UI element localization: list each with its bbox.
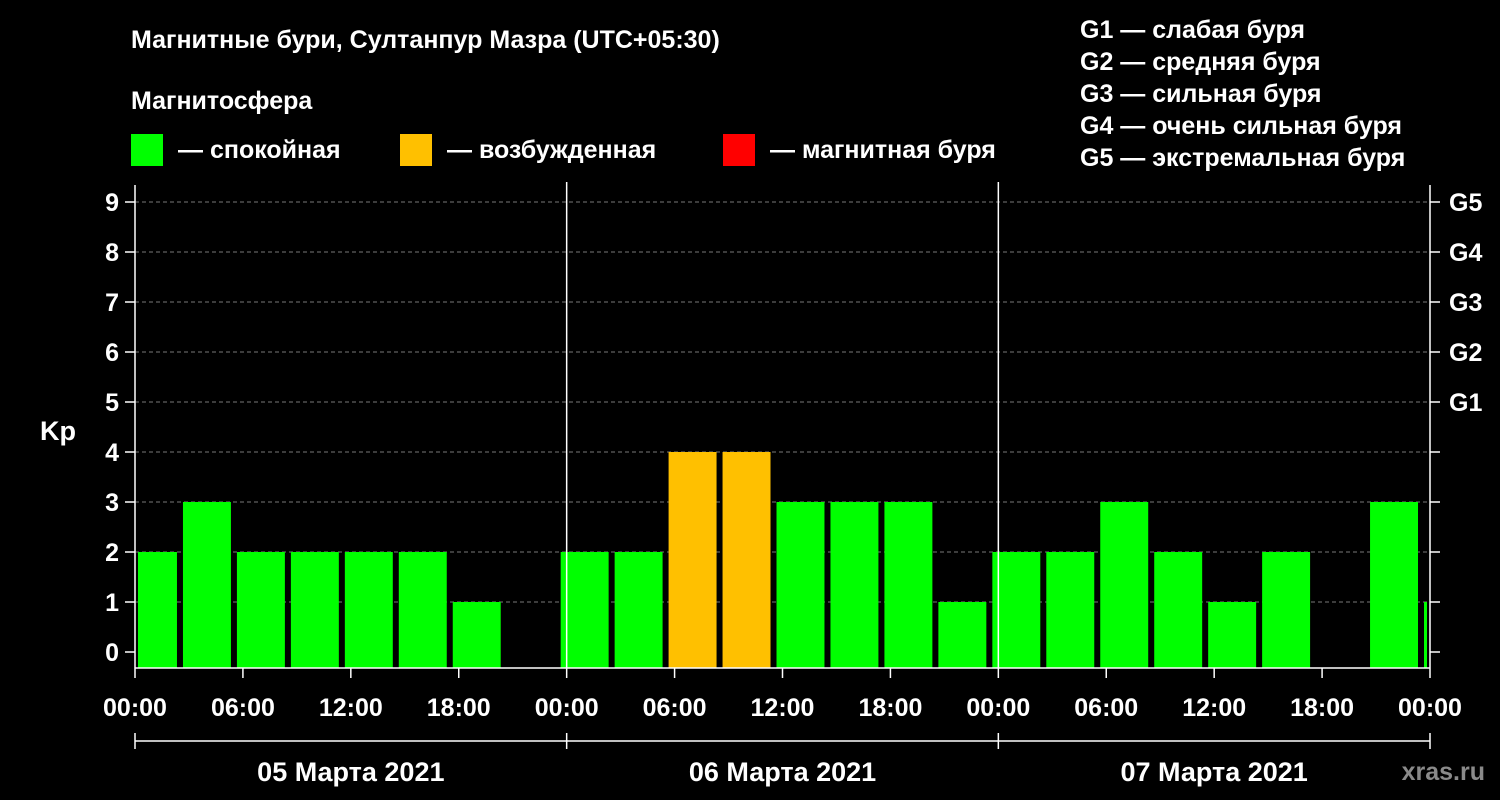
bar-24 bbox=[1424, 602, 1427, 668]
x-tick-label-11: 18:00 bbox=[1290, 694, 1354, 722]
g-scale-legend: G1 — слабая буря G2 — средняя буря G3 — си… bbox=[1080, 16, 1405, 172]
legend-swatch-0 bbox=[131, 134, 163, 166]
legend-label-1: — возбужденная bbox=[447, 136, 656, 164]
bar-12 bbox=[776, 502, 825, 668]
bar-0 bbox=[138, 552, 177, 668]
x-tick-label-4: 00:00 bbox=[535, 694, 599, 722]
watermark: xras.ru bbox=[1402, 758, 1485, 786]
day-label-2: 07 Марта 2021 bbox=[1121, 757, 1308, 787]
day-label-0: 05 Марта 2021 bbox=[257, 757, 444, 787]
bar-17 bbox=[1046, 552, 1095, 668]
bars bbox=[138, 452, 1427, 668]
bar-3 bbox=[290, 552, 339, 668]
day-labels: 05 Марта 2021 06 Марта 2021 07 Марта 2021 bbox=[134, 733, 1431, 787]
x-tick-label-7: 18:00 bbox=[858, 694, 922, 722]
bar-21 bbox=[1262, 552, 1311, 668]
x-tick-label-8: 00:00 bbox=[966, 694, 1030, 722]
g-scale-item-3: G4 — очень сильная буря bbox=[1080, 112, 1402, 140]
bar-9 bbox=[614, 552, 663, 668]
x-tick-labels: 00:00 06:00 12:00 18:00 00:00 06:00 12:00 18:00… bbox=[103, 694, 1462, 722]
x-tick-label-3: 18:00 bbox=[427, 694, 491, 722]
g-scale-item-2: G3 — сильная буря bbox=[1080, 80, 1322, 108]
bar-23 bbox=[1370, 502, 1419, 668]
y-tick-label-1: 1 bbox=[105, 589, 119, 617]
g-tick-label-G4: G4 bbox=[1449, 239, 1482, 267]
y-tick-label-7: 7 bbox=[105, 289, 119, 317]
bar-11 bbox=[722, 452, 771, 668]
legend-label-2: — магнитная буря bbox=[770, 136, 996, 164]
bar-2 bbox=[236, 552, 285, 668]
bar-1 bbox=[182, 502, 231, 668]
x-tick-label-6: 12:00 bbox=[751, 694, 815, 722]
chart-title: Магнитные бури, Султанпур Мазра (UTC+05:… bbox=[131, 26, 720, 54]
bar-14 bbox=[884, 502, 933, 668]
legend: — спокойная — возбужденная — магнитная бур… bbox=[131, 134, 996, 166]
bar-20 bbox=[1208, 602, 1257, 668]
g-tick-label-G5: G5 bbox=[1449, 189, 1482, 217]
g-tick-label-G2: G2 bbox=[1449, 339, 1482, 367]
y-tick-label-4: 4 bbox=[105, 439, 119, 467]
legend-label-0: — спокойная bbox=[178, 136, 341, 164]
y-tick-label-5: 5 bbox=[105, 389, 119, 417]
x-tick-label-0: 00:00 bbox=[103, 694, 167, 722]
g-tick-label-G3: G3 bbox=[1449, 289, 1482, 317]
y-tick-label-8: 8 bbox=[105, 239, 119, 267]
y-tick-label-6: 6 bbox=[105, 339, 119, 367]
x-tick-label-1: 06:00 bbox=[211, 694, 275, 722]
legend-title: Магнитосфера bbox=[131, 87, 313, 115]
x-tick-label-12: 00:00 bbox=[1398, 694, 1462, 722]
y-tick-label-0: 0 bbox=[105, 639, 119, 667]
bar-15 bbox=[938, 602, 987, 668]
x-tick-label-5: 06:00 bbox=[643, 694, 707, 722]
legend-swatch-2 bbox=[723, 134, 755, 166]
x-tick-label-2: 12:00 bbox=[319, 694, 383, 722]
bar-13 bbox=[830, 502, 879, 668]
kp-chart: Магнитные бури, Султанпур Мазра (UTC+05:… bbox=[40, 16, 1485, 787]
y-axis-label: Kp bbox=[40, 416, 76, 446]
bar-5 bbox=[398, 552, 447, 668]
x-tick-label-10: 12:00 bbox=[1182, 694, 1246, 722]
legend-swatch-1 bbox=[400, 134, 432, 166]
y-tick-label-2: 2 bbox=[105, 539, 119, 567]
x-tick-label-9: 06:00 bbox=[1074, 694, 1138, 722]
g-scale-item-0: G1 — слабая буря bbox=[1080, 16, 1305, 44]
g-tick-label-G1: G1 bbox=[1449, 389, 1482, 417]
bar-18 bbox=[1100, 502, 1149, 668]
y-tick-label-9: 9 bbox=[105, 189, 119, 217]
bar-10 bbox=[668, 452, 717, 668]
y-tick-label-3: 3 bbox=[105, 489, 119, 517]
bar-19 bbox=[1154, 552, 1203, 668]
bar-8 bbox=[560, 552, 609, 668]
bar-4 bbox=[344, 552, 393, 668]
day-label-1: 06 Марта 2021 bbox=[689, 757, 876, 787]
bar-6 bbox=[452, 602, 501, 668]
g-scale-item-4: G5 — экстремальная буря bbox=[1080, 144, 1405, 172]
g-scale-item-1: G2 — средняя буря bbox=[1080, 48, 1321, 76]
bar-16 bbox=[992, 552, 1041, 668]
